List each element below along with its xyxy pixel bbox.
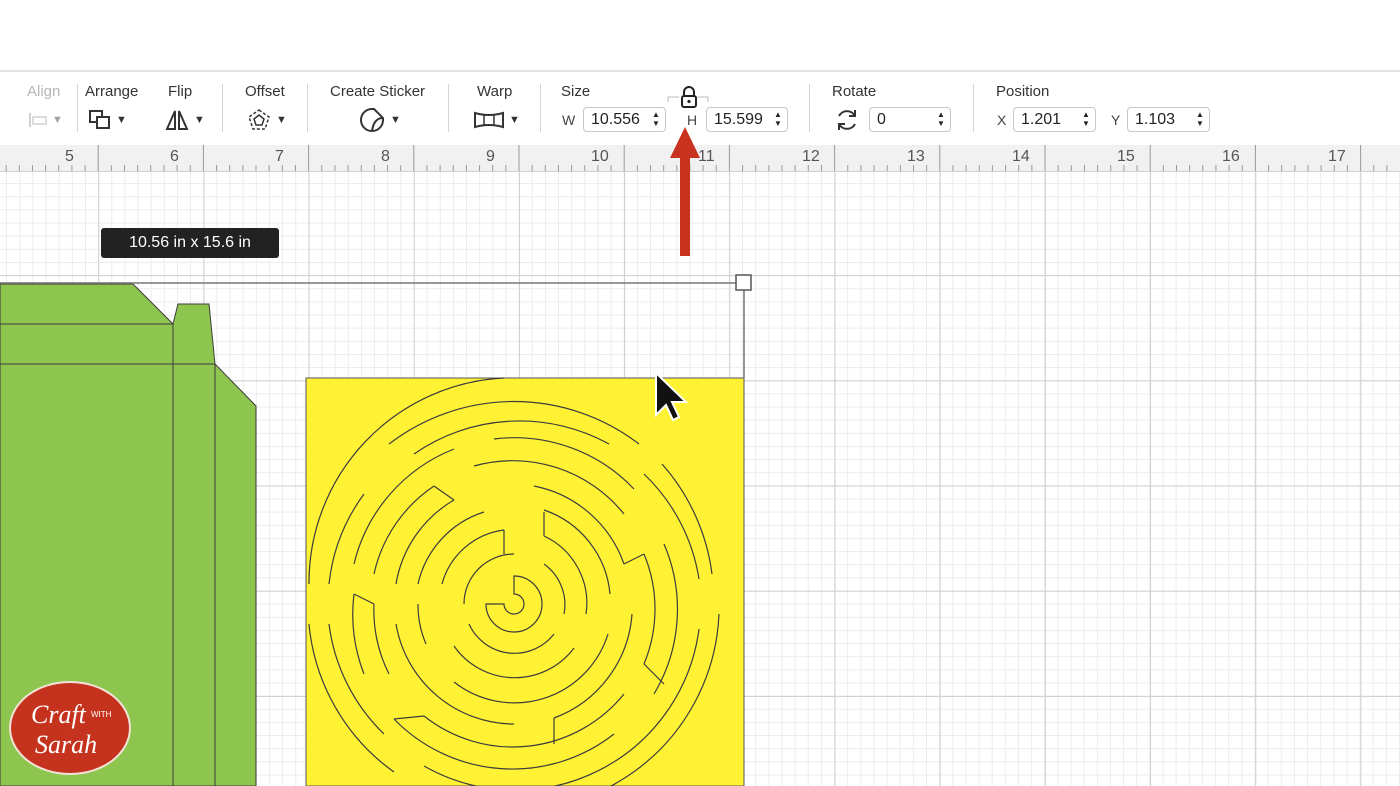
annotation-arrow [670,127,700,256]
resize-handle[interactable] [735,274,752,291]
svg-text:Craft: Craft [31,700,87,729]
logo-lettering: Craft WITH Sarah [31,700,112,759]
svg-text:Sarah: Sarah [35,730,97,759]
craft-with-sarah-logo: Craft WITH Sarah [9,681,131,775]
dimension-tooltip: 10.56 in x 15.6 in [101,228,279,258]
maze-square-shape[interactable] [305,377,745,786]
canvas-shapes [0,127,752,786]
svg-text:WITH: WITH [91,710,112,719]
